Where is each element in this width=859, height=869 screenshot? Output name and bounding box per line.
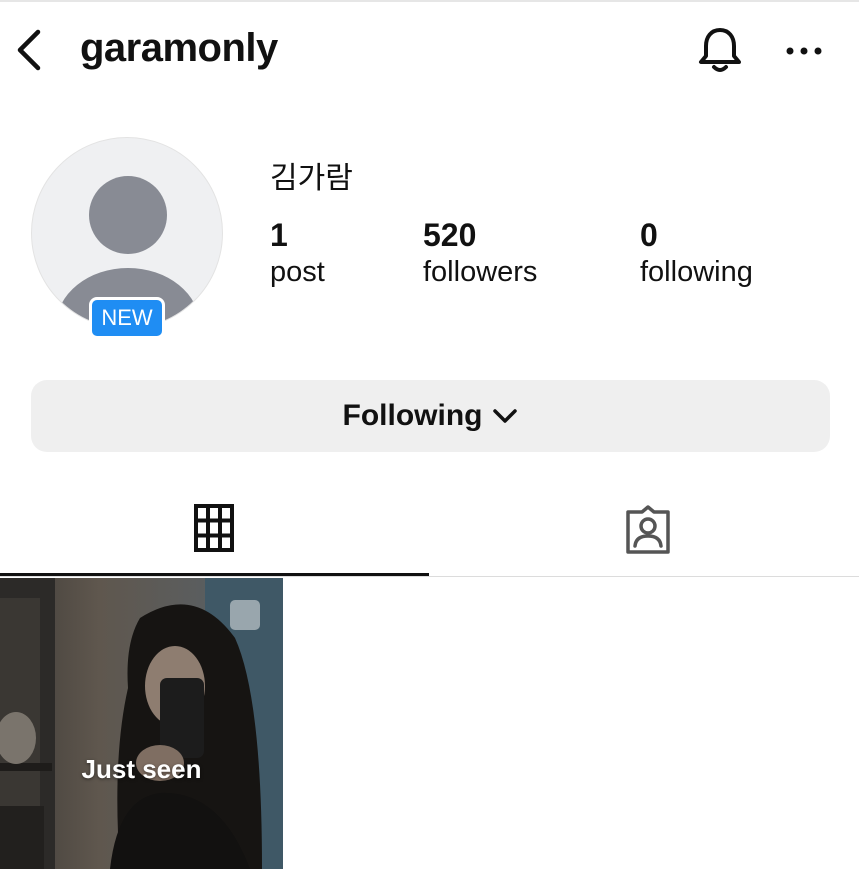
stat-posts[interactable]: 1 post xyxy=(270,217,325,291)
profile-header: garamonly xyxy=(0,0,859,100)
stat-following-label: following xyxy=(640,256,753,288)
following-button-label: Following xyxy=(342,399,483,432)
more-horizontal-icon xyxy=(786,47,822,55)
post-thumbnail[interactable]: Just seen xyxy=(0,578,283,869)
stat-following-count: 0 xyxy=(640,217,658,253)
stat-followers-count: 520 xyxy=(423,217,477,253)
profile-tabs xyxy=(0,490,859,578)
chevron-left-icon xyxy=(17,29,41,71)
profile-full-name: 김가람 xyxy=(270,162,353,195)
bell-icon xyxy=(699,28,741,72)
grid-icon xyxy=(194,504,234,552)
post-caption: Just seen xyxy=(81,754,202,784)
chevron-down-icon xyxy=(493,409,518,423)
tab-posts-grid[interactable] xyxy=(0,490,429,576)
more-options-button[interactable] xyxy=(782,34,826,68)
following-button[interactable]: Following xyxy=(31,380,830,452)
post-photo xyxy=(0,578,283,869)
stat-posts-label: post xyxy=(270,256,325,288)
tabs-divider xyxy=(0,576,859,577)
stat-posts-count: 1 xyxy=(270,217,288,253)
tab-tagged[interactable] xyxy=(430,490,859,576)
profile-username: garamonly xyxy=(80,26,278,70)
tagged-person-icon xyxy=(626,505,670,554)
new-badge: NEW xyxy=(89,297,165,339)
stat-following[interactable]: 0 following xyxy=(640,217,753,291)
back-button[interactable] xyxy=(12,28,46,72)
notifications-button[interactable] xyxy=(694,24,746,76)
stat-followers-label: followers xyxy=(423,256,538,288)
stat-followers[interactable]: 520 followers xyxy=(423,217,537,291)
